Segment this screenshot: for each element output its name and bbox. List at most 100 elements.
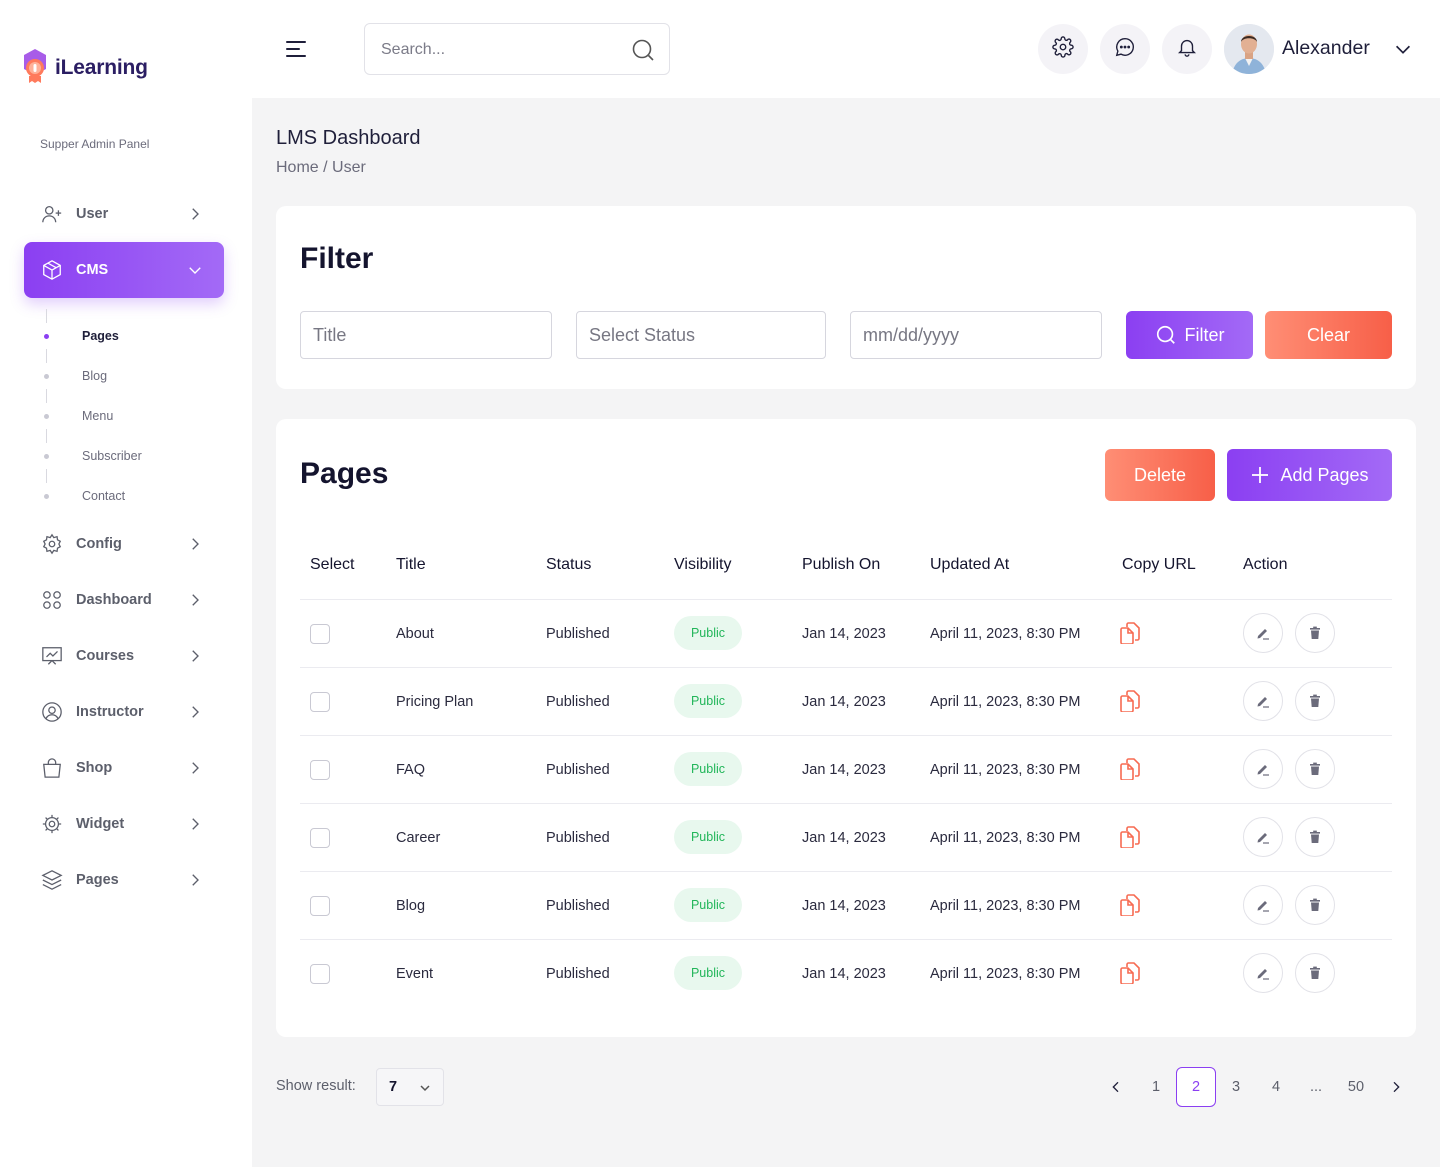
page-title-cell[interactable]: FAQ (396, 736, 425, 804)
logo[interactable]: iLearning (20, 47, 148, 85)
page-number-button[interactable]: 1 (1136, 1067, 1176, 1107)
page-title-cell[interactable]: Blog (396, 872, 425, 940)
edit-button[interactable] (1243, 681, 1283, 721)
pages-card: Pages Delete Add Pages Select Title Status… (276, 419, 1416, 1037)
sidebar-item-label: User (76, 206, 109, 222)
search-input[interactable] (381, 38, 621, 62)
sidebar-item-instructor[interactable]: Instructor (24, 684, 224, 740)
page-title-cell[interactable]: About (396, 600, 434, 668)
table-row: Career Published Public Jan 14, 2023 April 1… (300, 803, 1392, 871)
page-size-select[interactable]: 7 (376, 1068, 444, 1106)
table-row: Pricing Plan Published Public Jan 14, 2023 A… (300, 667, 1392, 735)
visibility-badge: Public (674, 752, 742, 786)
sidebar-item-cms[interactable]: CMS (24, 242, 224, 298)
delete-row-button[interactable] (1295, 749, 1335, 789)
sidebar-item-dashboard[interactable]: Dashboard (24, 572, 224, 628)
cms-subitem[interactable]: Contact (82, 489, 125, 503)
copy-url-icon[interactable] (1120, 690, 1140, 713)
chevron-right-icon (186, 703, 204, 721)
edit-button[interactable] (1243, 885, 1283, 925)
copy-url-icon[interactable] (1120, 622, 1140, 645)
user-name[interactable]: Alexander (1282, 37, 1370, 60)
breadcrumb[interactable]: Home / User (276, 159, 366, 177)
title-filter-input[interactable] (300, 311, 552, 359)
chevron-down-icon[interactable] (1392, 38, 1414, 60)
filter-button[interactable]: Filter (1126, 311, 1253, 359)
updated-at-cell: April 11, 2023, 8:30 PM (930, 762, 1081, 778)
date-filter-input[interactable] (850, 311, 1102, 359)
delete-button[interactable]: Delete (1105, 449, 1215, 501)
messages-button[interactable] (1100, 24, 1150, 74)
edit-button[interactable] (1243, 953, 1283, 993)
edit-icon (1255, 897, 1271, 913)
panel-label: Supper Admin Panel (40, 137, 150, 151)
page-size-value: 7 (389, 1079, 398, 1095)
column-header: Visibility (674, 556, 732, 573)
row-checkbox[interactable] (310, 760, 330, 780)
submenu-connector (46, 309, 47, 323)
column-header: Action (1243, 556, 1288, 573)
cms-subitem[interactable]: Blog (82, 369, 107, 383)
layers-icon (40, 868, 64, 892)
search-icon[interactable] (631, 38, 655, 62)
row-checkbox[interactable] (310, 692, 330, 712)
row-checkbox[interactable] (310, 964, 330, 984)
delete-row-button[interactable] (1295, 613, 1335, 653)
menu-toggle-icon[interactable] (286, 40, 308, 58)
avatar[interactable] (1224, 24, 1274, 74)
copy-url-icon[interactable] (1120, 962, 1140, 985)
sidebar-item-user[interactable]: User (24, 186, 224, 242)
sidebar-item-label: Shop (76, 760, 113, 776)
page-number-button[interactable]: 50 (1336, 1067, 1376, 1107)
next-page-button[interactable] (1376, 1067, 1416, 1107)
submenu-dot (44, 494, 49, 499)
pages-title: Pages (300, 457, 389, 490)
edit-icon (1255, 965, 1271, 981)
delete-row-button[interactable] (1295, 885, 1335, 925)
add-pages-button[interactable]: Add Pages (1227, 449, 1392, 501)
page-title-cell[interactable]: Pricing Plan (396, 668, 473, 736)
status-cell: Published (546, 694, 610, 710)
page-number-button[interactable]: 4 (1256, 1067, 1296, 1107)
prev-page-button[interactable] (1096, 1067, 1136, 1107)
copy-url-icon[interactable] (1120, 826, 1140, 849)
filter-title: Filter (300, 242, 374, 275)
sidebar: iLearning Supper Admin Panel User CMS Conf… (0, 0, 252, 1167)
status-select[interactable] (576, 311, 826, 359)
page-number-button[interactable]: 3 (1216, 1067, 1256, 1107)
cms-subitem[interactable]: Subscriber (82, 449, 142, 463)
submenu-connector (46, 349, 47, 363)
trash-icon (1308, 966, 1322, 980)
sidebar-item-config[interactable]: Config (24, 516, 224, 572)
row-checkbox[interactable] (310, 896, 330, 916)
delete-row-button[interactable] (1295, 817, 1335, 857)
cms-subitem[interactable]: Pages (82, 329, 119, 343)
column-header: Select (310, 556, 355, 573)
sidebar-item-label: Instructor (76, 704, 144, 720)
gear-icon (40, 532, 64, 556)
sidebar-item-pages[interactable]: Pages (24, 852, 224, 908)
visibility-badge: Public (674, 684, 742, 718)
row-checkbox[interactable] (310, 828, 330, 848)
row-checkbox[interactable] (310, 624, 330, 644)
settings-button[interactable] (1038, 24, 1088, 74)
copy-url-icon[interactable] (1120, 894, 1140, 917)
edit-button[interactable] (1243, 613, 1283, 653)
copy-url-icon[interactable] (1120, 758, 1140, 781)
delete-row-button[interactable] (1295, 953, 1335, 993)
trash-icon (1308, 762, 1322, 776)
sidebar-item-widget[interactable]: Widget (24, 796, 224, 852)
edit-button[interactable] (1243, 817, 1283, 857)
notifications-button[interactable] (1162, 24, 1212, 74)
edit-button[interactable] (1243, 749, 1283, 789)
sidebar-item-shop[interactable]: Shop (24, 740, 224, 796)
page-number-button[interactable]: 2 (1176, 1067, 1216, 1107)
sidebar-item-label: Config (76, 536, 122, 552)
delete-button-label: Delete (1133, 464, 1187, 485)
page-title-cell[interactable]: Career (396, 804, 440, 872)
cms-subitem[interactable]: Menu (82, 409, 113, 423)
delete-row-button[interactable] (1295, 681, 1335, 721)
clear-button[interactable]: Clear (1265, 311, 1392, 359)
sidebar-item-courses[interactable]: Courses (24, 628, 224, 684)
page-title-cell[interactable]: Event (396, 940, 433, 1008)
